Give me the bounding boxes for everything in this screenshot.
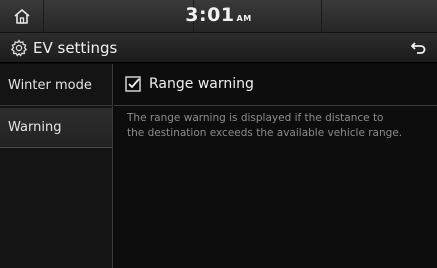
- status-bar: 3:01 AM: [0, 0, 437, 33]
- clock-time: 3:01: [185, 4, 235, 26]
- back-button[interactable]: [399, 33, 437, 63]
- sidebar-item-winter-mode[interactable]: Winter mode: [0, 66, 112, 106]
- clock: 3:01 AM: [0, 4, 437, 26]
- description-line-2: the destination exceeds the available ve…: [127, 127, 403, 139]
- sidebar-item-label: Warning: [8, 120, 62, 135]
- range-warning-description: The range warning is displayed if the di…: [127, 111, 437, 141]
- sidebar-item-warning[interactable]: Warning: [0, 108, 112, 148]
- sidebar-item-label: Winter mode: [8, 78, 92, 93]
- title-bar: EV settings: [0, 33, 437, 63]
- gear-icon: [10, 39, 28, 57]
- range-warning-option[interactable]: Range warning: [114, 66, 437, 106]
- ev-settings-screen: 3:01AM EV settings Winter mode Warning: [0, 0, 437, 268]
- sidebar: Winter mode Warning: [0, 64, 113, 268]
- range-warning-checkbox[interactable]: [125, 76, 141, 92]
- main-panel: Range warning The range warning is displ…: [114, 64, 437, 268]
- checkmark-icon: [128, 78, 140, 88]
- back-arrow-icon: [411, 42, 426, 54]
- description-line-1: The range warning is displayed if the di…: [127, 112, 384, 124]
- range-warning-label: Range warning: [149, 76, 254, 92]
- clock-ampm: AM: [236, 14, 252, 23]
- page-title: EV settings: [33, 39, 118, 57]
